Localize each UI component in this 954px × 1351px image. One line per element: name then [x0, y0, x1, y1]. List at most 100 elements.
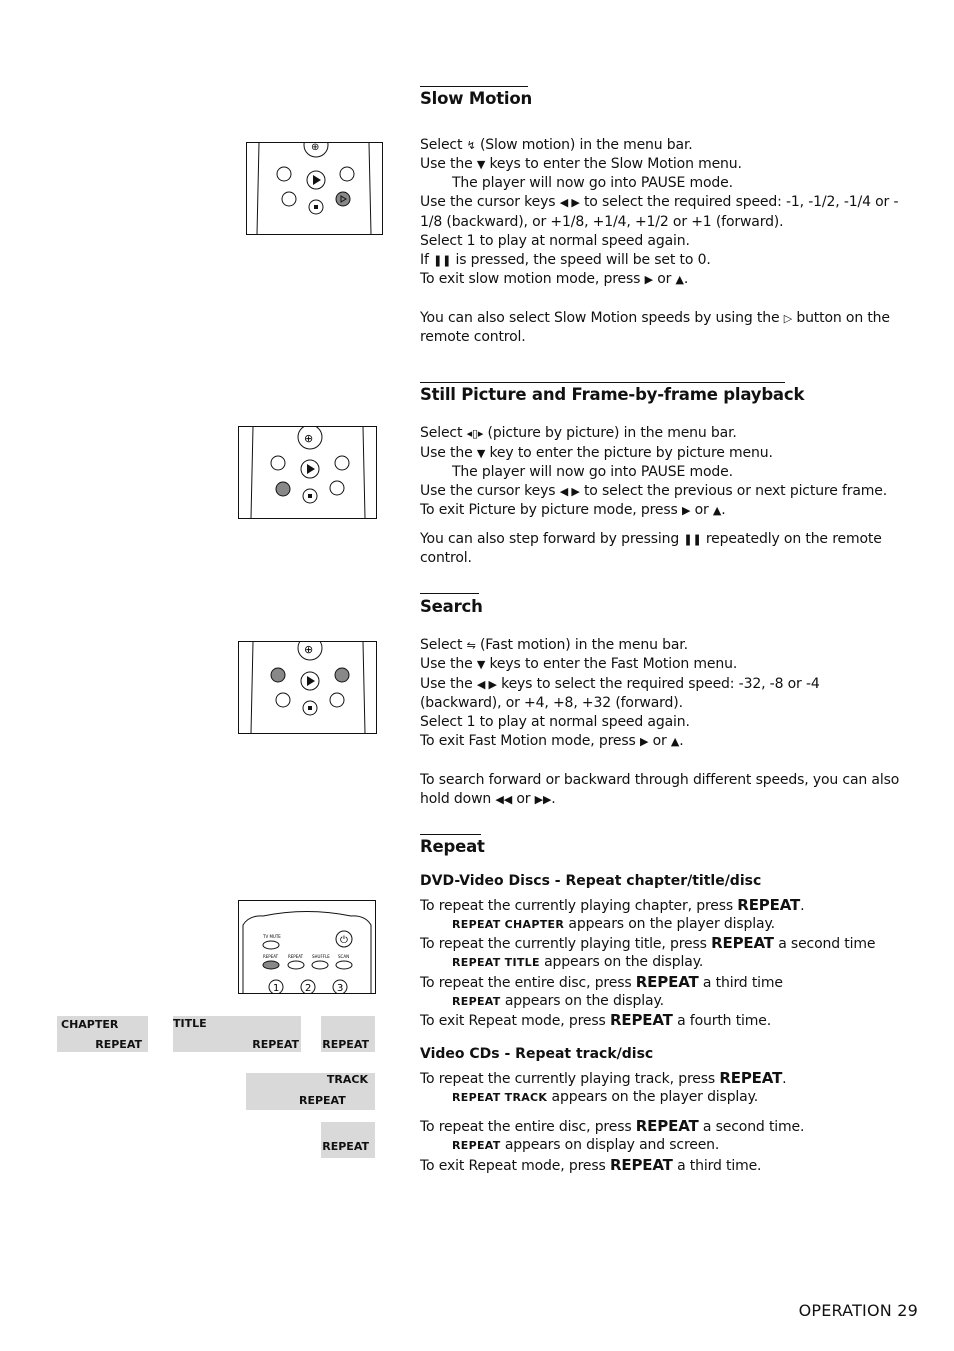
line-text: 1/8 (backward), or +1/8, +1/4, +1/2 or +… — [420, 214, 784, 230]
line-text: (backward), or +4, +8, +32 (forward). — [420, 695, 683, 711]
line-text: or — [648, 733, 671, 749]
svg-text:SCAN: SCAN — [338, 954, 349, 959]
instruction-line: You can also step forward by pressing ❚❚… — [420, 530, 882, 549]
section-title-repeat: Repeat — [420, 837, 485, 856]
scan-button — [335, 960, 353, 970]
instruction-line: To repeat the currently playing track, p… — [420, 1069, 787, 1089]
up-arrow-icon: ▲ — [670, 735, 680, 748]
instruction-line: To exit Repeat mode, press REPEAT a four… — [420, 1011, 771, 1031]
instruction-line: REPEAT TRACK appears on the player displ… — [420, 1088, 758, 1107]
line-text: To repeat the entire disc, press — [420, 975, 636, 991]
prev-button — [276, 166, 292, 182]
line-text: keys to select the required speed: -32, … — [496, 676, 820, 692]
slow-button-highlighted — [335, 191, 351, 207]
display-repeat-title: TITLE REPEAT — [173, 1016, 301, 1052]
fast-motion-icon: ⇋ — [466, 639, 476, 652]
line-text: hold down — [420, 791, 496, 807]
line-text: To exit slow motion mode, press — [420, 271, 645, 287]
instruction-line: Use the ◀ ▶ keys to select the required … — [420, 675, 820, 694]
instruction-line: REPEAT appears on display and screen. — [420, 1136, 719, 1155]
section-rule — [420, 834, 481, 835]
line-text: Select 1 to play at normal speed again. — [420, 714, 690, 730]
instruction-line: hold down ◀◀ or ▶▶. — [420, 790, 556, 809]
line-text: appears on the display. — [539, 954, 704, 970]
remote-search-svg: ⊕ — [250, 642, 366, 733]
line-text: Use the — [420, 156, 477, 172]
down-arrow-icon: ▼ — [476, 158, 486, 171]
line-text: To repeat the currently playing track, p… — [420, 1071, 720, 1087]
line-text: To repeat the currently playing chapter,… — [420, 898, 738, 914]
line-text: The player will now go into PAUSE mode. — [452, 175, 733, 191]
instruction-line: To exit Fast Motion mode, press ▶ or ▲. — [420, 732, 684, 751]
button-name: REPEAT — [737, 896, 801, 914]
instruction-line: Select ◂▯▸ (picture by picture) in the m… — [420, 424, 737, 443]
instruction-line: The player will now go into PAUSE mode. — [420, 174, 733, 193]
instruction-line: Select 1 to play at normal speed again. — [420, 232, 690, 251]
line-text: button on the — [792, 310, 890, 326]
line-text: to select the required speed: -1, -1/2, … — [579, 194, 899, 210]
line-text: to select the previous or next picture f… — [579, 483, 888, 499]
line-text: repeatedly on the remote — [701, 531, 882, 547]
pause-button — [275, 692, 291, 708]
pause-icon: ❚❚ — [683, 533, 702, 546]
svg-text:1: 1 — [273, 983, 279, 993]
svg-text:SHUFFLE: SHUFFLE — [312, 954, 330, 959]
svg-text:REPEAT: REPEAT — [288, 954, 304, 959]
line-text: appears on the player display. — [564, 916, 775, 932]
repeat-button-highlighted — [262, 960, 280, 970]
play-icon: ▶ — [644, 273, 653, 286]
line-text: a fourth time. — [672, 1013, 772, 1029]
line-text: appears on the player display. — [547, 1089, 759, 1105]
button-name: REPEAT — [719, 1069, 783, 1087]
line-text: Use the cursor keys — [420, 194, 560, 210]
line-text: . — [683, 271, 689, 287]
line-text: control. — [420, 550, 472, 566]
line-text: The player will now go into PAUSE mode. — [452, 464, 733, 480]
line-text: You can also step forward by pressing — [420, 531, 684, 547]
remote-illustration-search: ⊕ — [238, 641, 377, 734]
line-text: a second time — [773, 936, 876, 952]
line-text: (picture by picture) in the menu bar. — [483, 425, 737, 441]
line-text: . — [782, 1071, 787, 1087]
line-text: To exit Fast Motion mode, press — [420, 733, 640, 749]
pause-button — [281, 191, 297, 207]
instruction-line: REPEAT CHAPTER appears on the player dis… — [420, 915, 775, 934]
page-footer: OPERATION 29 — [798, 1301, 918, 1320]
slow-button — [329, 692, 345, 708]
line-text: Select — [420, 637, 467, 653]
instruction-line: The player will now go into PAUSE mode. — [420, 463, 733, 482]
instruction-line: To exit Repeat mode, press REPEAT a thir… — [420, 1156, 761, 1176]
line-text: keys to enter the Slow Motion menu. — [485, 156, 742, 172]
line-text: a third time. — [672, 1158, 762, 1174]
line-text: (Fast motion) in the menu bar. — [475, 637, 688, 653]
subtitle-dvd: DVD-Video Discs - Repeat chapter/title/d… — [420, 873, 762, 889]
display-repeat-track: TRACK REPEAT — [246, 1073, 375, 1110]
svg-text:2: 2 — [305, 983, 311, 993]
instruction-line: To search forward or backward through di… — [420, 771, 899, 790]
section-rule — [420, 382, 785, 383]
tv-mute-button — [262, 940, 280, 950]
line-text: key to enter the picture by picture menu… — [485, 445, 773, 461]
line-text: To repeat the currently playing title, p… — [420, 936, 712, 952]
instruction-line: If ❚❚ is pressed, the speed will be set … — [420, 251, 711, 270]
section-rule — [420, 593, 479, 594]
zoom-icon: ⊕ — [311, 143, 319, 153]
line-text: or — [512, 791, 535, 807]
instruction-line: To repeat the entire disc, press REPEAT … — [420, 973, 783, 993]
svg-text:REPEAT: REPEAT — [263, 954, 279, 959]
instruction-line: To exit Picture by picture mode, press ▶… — [420, 501, 726, 520]
down-arrow-icon: ▼ — [476, 658, 486, 671]
remote-repeat-svg: TV MUTE ⏻ REPEAT REPEAT SHUFFLE SCAN 1 2… — [242, 911, 372, 993]
line-text: a third time — [698, 975, 783, 991]
display-message: REPEAT — [452, 1139, 501, 1152]
button-name: REPEAT — [635, 973, 699, 991]
rewind-icon: ◀◀ — [495, 793, 513, 806]
left-right-arrows-icon: ◀ ▶ — [559, 485, 580, 498]
instruction-line: REPEAT appears on the display. — [420, 992, 664, 1011]
slow-motion-icon: ↯ — [466, 139, 476, 152]
zoom-icon: ⊕ — [304, 643, 313, 656]
line-text: is pressed, the speed will be set to 0. — [451, 252, 711, 268]
tv-mute-label: TV MUTE — [262, 934, 281, 939]
prev-button — [270, 455, 286, 471]
line-text: . — [800, 898, 805, 914]
